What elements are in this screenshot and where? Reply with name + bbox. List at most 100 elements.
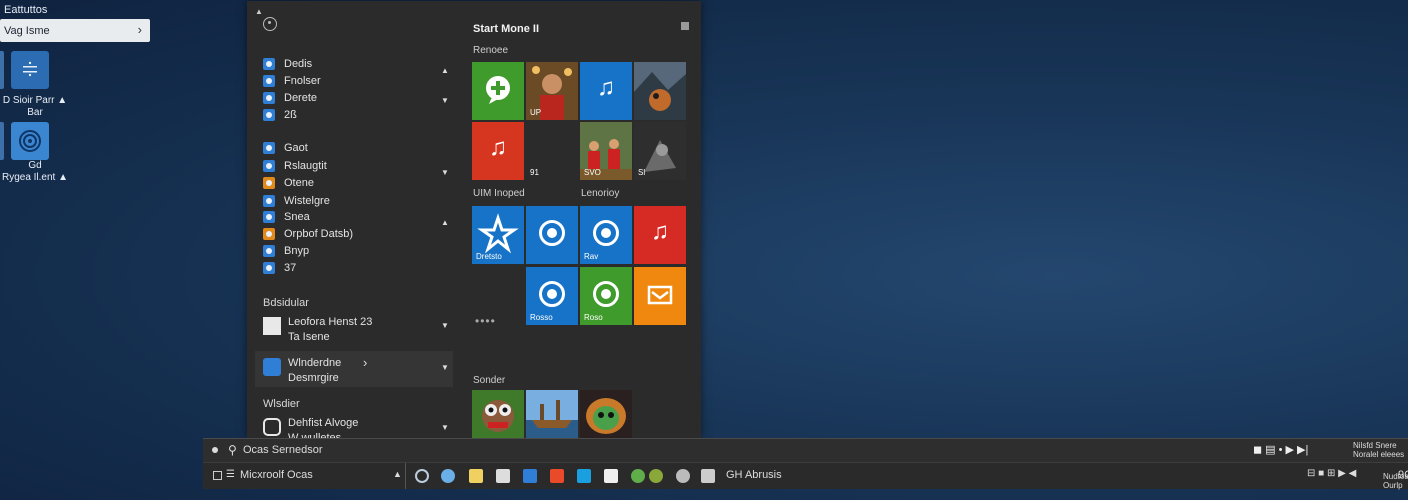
tile-photo-dark[interactable]: Sl: [634, 122, 686, 180]
app-item[interactable]: Fnolser: [263, 73, 453, 89]
tile-photo-nature[interactable]: [634, 62, 686, 120]
app-icon: [263, 211, 275, 223]
desktop-icon-partial-2[interactable]: [0, 122, 4, 160]
app-item[interactable]: Derete: [263, 90, 453, 106]
tile-group-header: Lenorioy: [581, 188, 620, 199]
app-item[interactable]: 2ß: [263, 107, 453, 123]
tile-app-green[interactable]: Roso: [580, 267, 632, 325]
app-item[interactable]: Bnyp: [263, 243, 453, 259]
more-dots[interactable]: ••••: [475, 314, 496, 328]
tile-label: Roso: [584, 313, 603, 322]
tile-skype[interactable]: [526, 206, 578, 264]
desktop-icon-target[interactable]: [11, 122, 49, 160]
app-label: Wistelgre: [284, 195, 330, 207]
app-item[interactable]: Dedis: [263, 56, 453, 72]
tile-photo-group[interactable]: SVO: [580, 122, 632, 180]
app-circle-icon: [539, 281, 565, 307]
mail-app-icon[interactable]: [577, 469, 591, 483]
expand-caret[interactable]: ▲: [393, 469, 402, 479]
collapse-caret[interactable]: ▲: [255, 7, 263, 16]
app-label: Otene: [284, 177, 314, 189]
tile-app-blue[interactable]: Rosso: [526, 267, 578, 325]
cloud-icon[interactable]: [676, 469, 690, 483]
power-icon[interactable]: [263, 17, 277, 31]
app-item[interactable]: Wistelgre: [263, 193, 453, 209]
expand-caret[interactable]: ▼: [441, 168, 449, 177]
checkbox-icon[interactable]: [213, 471, 222, 480]
tile-record[interactable]: Rav: [580, 206, 632, 264]
resize-icon[interactable]: [681, 22, 689, 30]
search-bar[interactable]: ⚲ Ocas Sernedsor ◼ ▤ • ▶ ▶| Nilsfd Snere…: [203, 438, 1408, 463]
taskbar: ☰ Micxroolf Ocas ▲ GH Abrusis ⊟ ■ ⊞ ▶ ◀ …: [203, 462, 1408, 490]
start-menu: ▲ Dedis ▲ Fnolser Derete ▼ 2ß Gaot Rslau…: [247, 1, 701, 444]
search-input[interactable]: Ocas Sernedsor: [243, 444, 322, 456]
tile-empty[interactable]: 91: [526, 122, 578, 180]
desktop-icon-partial[interactable]: [0, 51, 4, 89]
app-sublabel: Ta Isene: [288, 331, 330, 343]
menu-icon[interactable]: ☰: [226, 469, 235, 480]
tile-music-red[interactable]: ♫: [472, 122, 524, 180]
tray-line: Nilsfd Snere: [1353, 441, 1397, 450]
app-item[interactable]: Otene: [263, 175, 453, 191]
game-character-icon: [472, 390, 524, 438]
media-controls-icon[interactable]: ◼ ▤ • ▶ ▶|: [1253, 443, 1308, 456]
office-icon[interactable]: [604, 469, 618, 483]
app-item[interactable]: Orpbof Datsb): [263, 226, 453, 242]
desktop-label: Eattuttos: [4, 4, 48, 16]
app-icon: [263, 109, 275, 121]
app-item[interactable]: 37: [263, 260, 453, 276]
app-item-highlight: [255, 351, 453, 387]
clock-time[interactable]: 9C: [1398, 469, 1408, 481]
app-item[interactable]: Rslaugtit: [263, 158, 453, 174]
tile-label: Rav: [584, 252, 599, 261]
app-icon: [263, 245, 275, 257]
browser-icon[interactable]: [649, 469, 663, 483]
app-item[interactable]: Snea: [263, 209, 453, 225]
globe-icon[interactable]: [631, 469, 645, 483]
music-note-icon: ♫: [489, 134, 507, 161]
tile-label: SVO: [584, 168, 601, 177]
tray-notification-text: Nilsfd Snere Noralel eleees: [1353, 441, 1404, 459]
calculator-icon: [23, 61, 37, 77]
search-app-icon[interactable]: [441, 469, 455, 483]
tile-music-2[interactable]: ♫: [634, 206, 686, 264]
tile-messaging[interactable]: [472, 62, 524, 120]
home-icon[interactable]: [469, 469, 483, 483]
tile-group-header: Sonder: [473, 375, 506, 386]
desktop-folder-pill[interactable]: Vag Isme ›: [0, 19, 150, 42]
tile-game-alien[interactable]: [580, 390, 632, 438]
tile-mail[interactable]: [634, 267, 686, 325]
chat-plus-icon: [486, 76, 510, 104]
system-tray-icons[interactable]: ⊟ ■ ⊞ ▶ ◀: [1307, 468, 1356, 479]
expand-caret[interactable]: ▼: [441, 96, 449, 105]
app-label: Fnolser: [284, 75, 321, 87]
tile-photo-person[interactable]: UP: [526, 62, 578, 120]
tile-game-face[interactable]: [472, 390, 524, 438]
app-icon: [263, 228, 275, 240]
store-icon[interactable]: [523, 469, 537, 483]
chevron-right-icon[interactable]: ›: [363, 355, 367, 370]
target-icon: [593, 281, 619, 307]
tile-music[interactable]: ♫: [580, 62, 632, 120]
desktop-icon-caption: Gd: [28, 160, 42, 171]
app-label: Orpbof Datsb): [284, 228, 354, 240]
clock-icon[interactable]: [415, 469, 429, 483]
app-icon: [263, 142, 275, 154]
mail-icon: [647, 285, 673, 305]
app-label: Snea: [284, 211, 310, 223]
expand-caret[interactable]: ▼: [441, 321, 449, 330]
tile-store[interactable]: Dretsto: [472, 206, 524, 264]
tile-game-ship[interactable]: [526, 390, 578, 438]
record-dot-icon: [212, 447, 218, 453]
pinned-app-label[interactable]: GH Abrusis: [726, 469, 782, 481]
app-item[interactable]: Gaot: [263, 140, 453, 156]
start-app-label[interactable]: Micxroolf Ocas: [240, 469, 313, 481]
window-icon[interactable]: [496, 469, 510, 483]
app-label: Rslaugtit: [284, 160, 327, 172]
app-label: 37: [284, 262, 297, 274]
expand-caret[interactable]: ▼: [441, 423, 449, 432]
photos-icon[interactable]: [550, 469, 564, 483]
document-icon[interactable]: [701, 469, 715, 483]
desktop-icon-calculator[interactable]: [11, 51, 49, 89]
expand-caret[interactable]: ▼: [441, 363, 449, 372]
